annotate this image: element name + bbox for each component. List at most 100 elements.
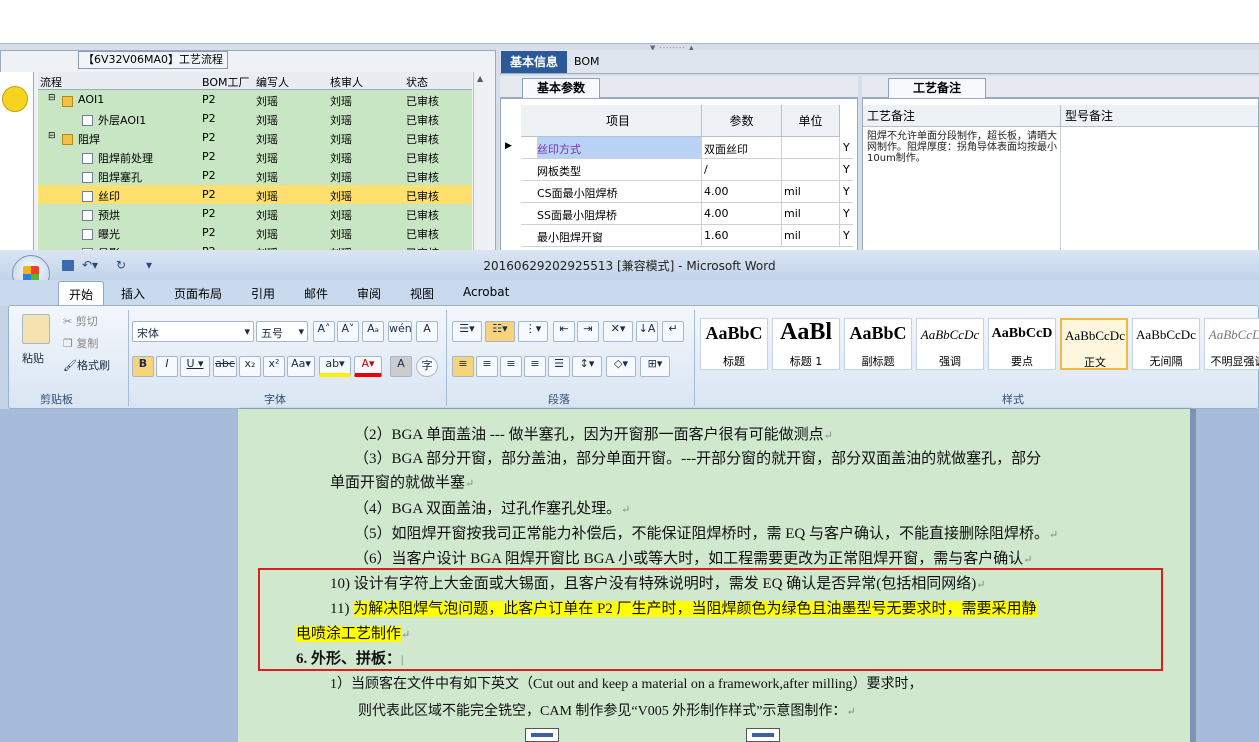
style-3[interactable]: AaBbCcDc 强调 <box>916 318 984 370</box>
show-marks-icon[interactable]: ↵ <box>662 321 684 342</box>
increase-indent-icon[interactable]: ⇥ <box>577 321 599 342</box>
header-process-note[interactable]: 工艺备注 <box>863 105 1061 127</box>
tab-bom[interactable]: BOM <box>574 55 600 68</box>
col-writer[interactable]: 编写人 <box>256 74 289 90</box>
redo-icon[interactable]: ↻ <box>116 258 126 272</box>
italic-icon[interactable]: I <box>156 356 178 377</box>
save-icon[interactable] <box>62 260 74 271</box>
format-painter-button[interactable]: 🖌格式刷 <box>63 357 110 373</box>
char-border-icon[interactable]: A <box>416 321 438 342</box>
font-color-icon[interactable]: A▾ <box>354 356 382 377</box>
sort-icon[interactable]: ↓A <box>636 321 658 342</box>
table-row[interactable]: 外层AOI1 P2 刘瑶 刘瑶 已审核 <box>38 109 472 128</box>
bullets-icon[interactable]: ☰▾ <box>452 321 482 342</box>
table-row[interactable]: 阻焊前处理 P2 刘瑶 刘瑶 已审核 <box>38 147 472 166</box>
param-value[interactable]: 1.60 <box>704 229 784 242</box>
line-spacing-icon[interactable]: ↕▾ <box>572 356 602 377</box>
col-bom-factory[interactable]: BOM工厂 <box>202 74 250 90</box>
align-right-icon[interactable]: ≡ <box>500 356 522 377</box>
enclose-char-icon[interactable]: 字 <box>416 356 438 377</box>
header-unit[interactable]: 单位 <box>782 105 840 137</box>
doc-line-4[interactable]: （4）BGA 双面盖油，过孔作塞孔处理。↵ <box>354 497 630 518</box>
tab-view[interactable]: 视图 <box>410 285 434 302</box>
decrease-indent-icon[interactable]: ⇤ <box>553 321 575 342</box>
superscript-icon[interactable]: x² <box>263 356 285 377</box>
highlight-icon[interactable]: ab▾ <box>319 356 351 377</box>
doc-item-1-cont[interactable]: 则代表此区域不能完全铣空，CAM 制作参见“V005 外形制作样式”示意图制作：… <box>358 700 856 720</box>
font-name-select[interactable]: 宋体 ▾ <box>132 321 254 342</box>
param-row[interactable]: ▶ 丝印方式 双面丝印 Y <box>505 137 853 159</box>
tab-references[interactable]: 引用 <box>251 285 275 302</box>
tab-insert[interactable]: 插入 <box>121 285 145 302</box>
doc-line-3-cont[interactable]: 单面开窗的就做半塞↵ <box>330 471 474 492</box>
doc-line-5[interactable]: （5）如阻焊开窗按我司正常能力补偿后，不能保证阻焊桥时，需 EQ 与客户确认，不… <box>354 522 1058 543</box>
tab-basic-params[interactable]: 基本参数 <box>522 78 600 98</box>
shrink-font-icon[interactable]: A˅ <box>337 321 359 342</box>
justify-icon[interactable]: ≡ <box>524 356 546 377</box>
grow-font-icon[interactable]: A˄ <box>313 321 335 342</box>
header-model-note[interactable]: 型号备注 <box>1061 105 1258 127</box>
tab-home[interactable]: 开始 <box>58 281 105 307</box>
col-process[interactable]: 流程 <box>40 74 62 90</box>
doc-line-3[interactable]: （3）BGA 部分开窗，部分盖油，部分单面开窗。---开部分窗的就开窗，部分双面… <box>354 447 1041 468</box>
multilevel-list-icon[interactable]: ⋮▾ <box>518 321 548 342</box>
numbering-icon[interactable]: ☷▾ <box>485 321 515 342</box>
style-7[interactable]: AaBbCcDc 不明显强调 <box>1204 318 1259 370</box>
process-note-text[interactable]: 阻焊不允许单面分段制作，超长板，请晒大网制作。阻焊厚度：拐角导体表面均按最小10… <box>867 131 1057 164</box>
tab-review[interactable]: 审阅 <box>357 285 381 302</box>
tab-mailings[interactable]: 邮件 <box>304 285 328 302</box>
font-size-select[interactable]: 五号 ▾ <box>256 321 308 342</box>
process-scrollbar[interactable] <box>473 72 489 255</box>
doc-item-1[interactable]: 1）当顾客在文件中有如下英文（Cut out and keep a materi… <box>330 673 923 693</box>
table-row[interactable]: ⊟ AOI1 P2 刘瑶 刘瑶 已审核 <box>38 90 472 109</box>
borders-icon[interactable]: ⊞▾ <box>640 356 670 377</box>
param-row[interactable]: 最小阻焊开窗 1.60 mil Y <box>521 225 853 247</box>
style-5[interactable]: AaBbCcDc 正文 <box>1060 318 1128 370</box>
table-row[interactable]: 阻焊塞孔 P2 刘瑶 刘瑶 已审核 <box>38 166 472 185</box>
param-value[interactable]: 4.00 <box>704 185 784 198</box>
align-left-icon[interactable]: ≡ <box>452 356 474 377</box>
distributed-icon[interactable]: ☰ <box>548 356 570 377</box>
param-row[interactable]: 网板类型 / Y <box>521 159 853 181</box>
style-1[interactable]: AaBl 标题 1 <box>772 318 840 370</box>
bold-icon[interactable]: B <box>132 356 154 377</box>
collapse-icon[interactable]: ⊟ <box>48 131 56 141</box>
style-0[interactable]: AaBbC 标题 <box>700 318 768 370</box>
underline-icon[interactable]: U ▾ <box>180 356 210 377</box>
undo-icon[interactable]: ↶▾ <box>82 258 98 272</box>
doc-line-2[interactable]: （2）BGA 单面盖油 --- 做半塞孔，因为开窗那一面客户很有可能做测点↵ <box>354 423 833 444</box>
tab-page-layout[interactable]: 页面布局 <box>174 285 222 302</box>
style-6[interactable]: AaBbCcDc 无间隔 <box>1132 318 1200 370</box>
tab-basic-info[interactable]: 基本信息 <box>501 51 567 73</box>
param-value[interactable]: 双面丝印 <box>704 141 784 157</box>
param-value[interactable]: / <box>704 163 784 176</box>
change-case-icon[interactable]: Aa▾ <box>287 356 315 377</box>
shading-icon[interactable]: ◇▾ <box>606 356 636 377</box>
paste-icon[interactable] <box>22 314 50 344</box>
col-status[interactable]: 状态 <box>406 74 428 90</box>
header-param[interactable]: 参数 <box>702 105 782 137</box>
embedded-file-icon[interactable] <box>525 728 559 742</box>
paste-button[interactable]: 粘贴 <box>22 350 44 366</box>
collapse-icon[interactable]: ⊟ <box>48 93 56 103</box>
strikethrough-icon[interactable]: abc <box>213 356 237 377</box>
copy-button[interactable]: ❐ 复制 <box>63 335 98 351</box>
header-item[interactable]: 项目 <box>535 105 702 137</box>
param-row[interactable]: CS面最小阻焊桥 4.00 mil Y <box>521 181 853 203</box>
clear-format-icon[interactable]: Aₐ <box>362 321 384 342</box>
chinese-layout-icon[interactable]: ✕▾ <box>603 321 633 342</box>
table-row[interactable]: 曝光 P2 刘瑶 刘瑶 已审核 <box>38 223 472 242</box>
style-4[interactable]: AaBbCcD 要点 <box>988 318 1056 370</box>
cut-button[interactable]: ✂ 剪切 <box>63 313 98 329</box>
style-2[interactable]: AaBbC 副标题 <box>844 318 912 370</box>
subscript-icon[interactable]: x₂ <box>239 356 261 377</box>
table-row[interactable]: ⊟ 阻焊 P2 刘瑶 刘瑶 已审核 <box>38 128 472 147</box>
tab-acrobat[interactable]: Acrobat <box>463 285 509 299</box>
param-row[interactable]: SS面最小阻焊桥 4.00 mil Y <box>521 203 853 225</box>
col-reviewer[interactable]: 核审人 <box>330 74 363 90</box>
char-shading-icon[interactable]: A <box>390 356 412 377</box>
phonetic-guide-icon[interactable]: wén <box>388 321 412 342</box>
chat-icon[interactable] <box>2 86 28 112</box>
param-value[interactable]: 4.00 <box>704 207 784 220</box>
tab-process-notes[interactable]: 工艺备注 <box>888 78 986 98</box>
